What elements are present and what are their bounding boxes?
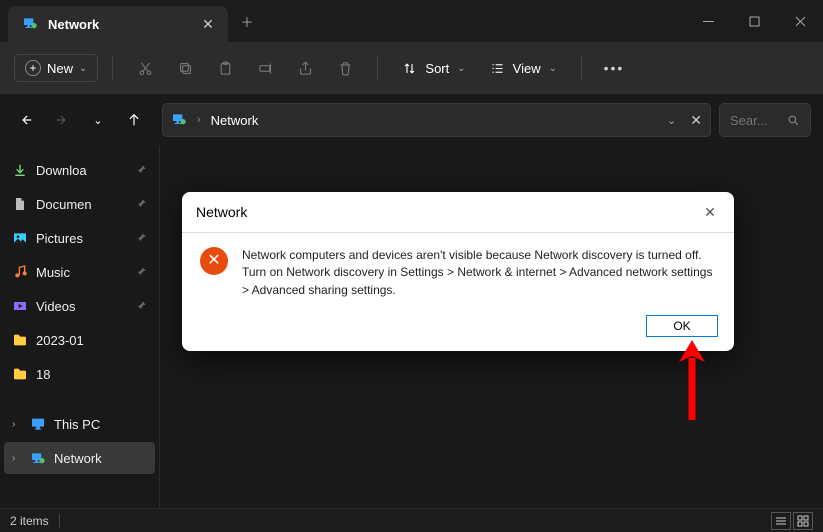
sidebar-item-label: Pictures <box>36 231 83 246</box>
folder-icon <box>12 366 28 382</box>
sidebar-item-label: Documen <box>36 197 92 212</box>
network-icon <box>171 111 187 130</box>
share-button[interactable] <box>287 50 323 86</box>
sidebar-item-pictures[interactable]: Pictures <box>4 222 155 254</box>
close-button[interactable] <box>777 0 823 42</box>
chevron-down-icon: ⌄ <box>79 63 87 74</box>
paste-button[interactable] <box>207 50 243 86</box>
tab-network[interactable]: Network ✕ <box>8 6 228 42</box>
tab-title: Network <box>48 17 190 32</box>
minimize-button[interactable] <box>685 0 731 42</box>
status-item-count: 2 items <box>10 514 49 528</box>
dialog-title: Network <box>196 204 247 220</box>
new-button-label: New <box>47 61 73 76</box>
separator <box>112 56 113 80</box>
titlebar: Network ✕ ＋ <box>0 0 823 42</box>
sidebar-item-documents[interactable]: Documen <box>4 188 155 220</box>
error-icon: ✕ <box>200 247 228 275</box>
sidebar-item-label: 2023-01 <box>36 333 84 348</box>
pin-icon <box>136 265 147 280</box>
document-icon <box>12 196 28 212</box>
rename-button[interactable] <box>247 50 283 86</box>
search-input[interactable] <box>730 113 781 128</box>
sidebar-item-2023-01[interactable]: 2023-01 <box>4 324 155 356</box>
nav-up[interactable] <box>120 106 148 134</box>
sidebar-item-downloads[interactable]: Downloa <box>4 154 155 186</box>
chevron-right-icon: › <box>12 419 22 430</box>
sort-icon <box>402 61 417 76</box>
refresh-stop-button[interactable]: ✕ <box>690 112 702 129</box>
nav-row: ⌄ › Network ⌄ ✕ <box>0 94 823 146</box>
pin-icon <box>136 299 147 314</box>
toolbar: + New ⌄ Sort ⌄ View ⌄ ••• <box>0 42 823 94</box>
status-bar: 2 items <box>0 508 823 532</box>
dialog-message: Network computers and devices aren't vis… <box>242 247 716 299</box>
breadcrumb-network[interactable]: Network <box>211 113 259 128</box>
separator <box>581 56 582 80</box>
cut-button[interactable] <box>127 50 163 86</box>
sort-button[interactable]: Sort ⌄ <box>392 55 475 82</box>
download-icon <box>12 162 28 178</box>
sort-label: Sort <box>425 61 449 76</box>
sidebar: Downloa Documen Pictures Music Videos 20… <box>0 146 160 508</box>
sidebar-item-label: Music <box>36 265 70 280</box>
separator <box>377 56 378 80</box>
address-bar[interactable]: › Network ⌄ ✕ <box>162 103 711 137</box>
dialog-network-discovery: Network ✕ ✕ Network computers and device… <box>182 192 734 351</box>
new-tab-button[interactable]: ＋ <box>232 6 262 36</box>
tab-close-button[interactable]: ✕ <box>200 16 216 32</box>
nav-history[interactable]: ⌄ <box>84 106 112 134</box>
maximize-button[interactable] <box>731 0 777 42</box>
dialog-footer: OK <box>182 305 734 351</box>
folder-icon <box>12 332 28 348</box>
dialog-titlebar: Network ✕ <box>182 192 734 233</box>
sidebar-item-label: Network <box>54 451 102 466</box>
search-icon <box>787 114 800 127</box>
ok-button[interactable]: OK <box>646 315 718 337</box>
sidebar-item-music[interactable]: Music <box>4 256 155 288</box>
pictures-icon <box>12 230 28 246</box>
chevron-down-icon: ⌄ <box>549 63 557 74</box>
chevron-right-icon: › <box>12 453 22 464</box>
pin-icon <box>136 231 147 246</box>
view-label: View <box>513 61 541 76</box>
chevron-down-icon: ⌄ <box>457 63 465 74</box>
view-button[interactable]: View ⌄ <box>480 55 567 82</box>
copy-button[interactable] <box>167 50 203 86</box>
pin-icon <box>136 197 147 212</box>
sidebar-item-label: This PC <box>54 417 100 432</box>
window-controls <box>685 0 823 42</box>
new-button[interactable]: + New ⌄ <box>14 54 98 82</box>
thumbnails-view-button[interactable] <box>793 512 813 530</box>
network-icon <box>22 15 38 34</box>
sidebar-item-this-pc[interactable]: › This PC <box>4 408 155 440</box>
dialog-close-button[interactable]: ✕ <box>700 202 720 222</box>
nav-back[interactable] <box>12 106 40 134</box>
more-button[interactable]: ••• <box>596 60 632 76</box>
details-view-button[interactable] <box>771 512 791 530</box>
sidebar-item-network[interactable]: › Network <box>4 442 155 474</box>
view-icon <box>490 61 505 76</box>
videos-icon <box>12 298 28 314</box>
pin-icon <box>136 163 147 178</box>
sidebar-item-18[interactable]: 18 <box>4 358 155 390</box>
breadcrumb-separator: › <box>197 114 201 126</box>
search-box[interactable] <box>719 103 811 137</box>
sidebar-item-label: Videos <box>36 299 76 314</box>
network-icon <box>30 450 46 466</box>
plus-icon: + <box>25 60 41 76</box>
sidebar-item-videos[interactable]: Videos <box>4 290 155 322</box>
nav-forward[interactable] <box>48 106 76 134</box>
sidebar-item-label: Downloa <box>36 163 87 178</box>
music-icon <box>12 264 28 280</box>
dialog-body: ✕ Network computers and devices aren't v… <box>182 233 734 305</box>
separator <box>59 514 60 528</box>
pc-icon <box>30 416 46 432</box>
chevron-down-icon[interactable]: ⌄ <box>667 114 676 127</box>
delete-button[interactable] <box>327 50 363 86</box>
sidebar-item-label: 18 <box>36 367 50 382</box>
